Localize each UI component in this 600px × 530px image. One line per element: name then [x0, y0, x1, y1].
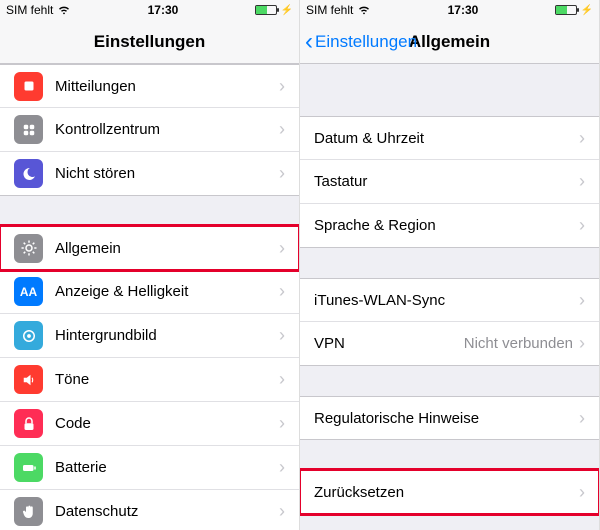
- row-display[interactable]: AA Anzeige & Helligkeit ›: [0, 270, 299, 314]
- row-date-time[interactable]: Datum & Uhrzeit ›: [300, 116, 599, 160]
- row-label: Nicht stören: [55, 165, 279, 182]
- settings-screen: SIM fehlt 17:30 ⚡ Einstellungen Mitteilu…: [0, 0, 300, 530]
- row-label: VPN: [314, 335, 464, 352]
- chevron-right-icon: ›: [279, 281, 285, 302]
- back-button[interactable]: ‹ Einstellungen: [305, 20, 417, 63]
- chevron-right-icon: ›: [279, 119, 285, 140]
- row-label: Töne: [55, 371, 279, 388]
- chevron-right-icon: ›: [579, 171, 585, 192]
- chevron-right-icon: ›: [579, 408, 585, 429]
- row-label: Sprache & Region: [314, 217, 579, 234]
- row-label: Anzeige & Helligkeit: [55, 283, 279, 300]
- row-itunes-wlan-sync[interactable]: iTunes-WLAN-Sync ›: [300, 278, 599, 322]
- settings-list[interactable]: Mitteilungen › Kontrollzentrum › Nicht s…: [0, 64, 299, 530]
- charging-icon: ⚡: [281, 5, 293, 16]
- gear-icon: [14, 234, 43, 263]
- page-title: Allgemein: [409, 32, 490, 52]
- chevron-right-icon: ›: [279, 325, 285, 346]
- back-label: Einstellungen: [315, 32, 417, 52]
- moon-icon: [14, 159, 43, 188]
- row-regulatory[interactable]: Regulatorische Hinweise ›: [300, 396, 599, 440]
- row-label: Datum & Uhrzeit: [314, 130, 579, 147]
- chevron-right-icon: ›: [579, 215, 585, 236]
- battery-icon: [255, 5, 277, 15]
- general-screen: SIM fehlt 17:30 ⚡ ‹ Einstellungen Allgem…: [300, 0, 600, 530]
- wifi-icon: [357, 2, 371, 19]
- row-keyboard[interactable]: Tastatur ›: [300, 160, 599, 204]
- chevron-right-icon: ›: [279, 76, 285, 97]
- wallpaper-icon: [14, 321, 43, 350]
- carrier-label: SIM fehlt: [306, 3, 353, 17]
- row-value: Nicht verbunden: [464, 335, 573, 352]
- row-control-center[interactable]: Kontrollzentrum ›: [0, 108, 299, 152]
- row-label: Tastatur: [314, 173, 579, 190]
- general-list[interactable]: Datum & Uhrzeit › Tastatur › Sprache & R…: [300, 64, 599, 530]
- row-label: Hintergrundbild: [55, 327, 279, 344]
- chevron-right-icon: ›: [579, 128, 585, 149]
- page-title: Einstellungen: [94, 32, 205, 52]
- row-vpn[interactable]: VPN Nicht verbunden ›: [300, 322, 599, 366]
- row-sounds[interactable]: Töne ›: [0, 358, 299, 402]
- row-do-not-disturb[interactable]: Nicht stören ›: [0, 152, 299, 196]
- navbar: ‹ Einstellungen Allgemein: [300, 20, 599, 64]
- chevron-right-icon: ›: [579, 333, 585, 354]
- row-label: Allgemein: [55, 240, 279, 257]
- row-wallpaper[interactable]: Hintergrundbild ›: [0, 314, 299, 358]
- carrier-label: SIM fehlt: [6, 3, 53, 17]
- chevron-right-icon: ›: [279, 238, 285, 259]
- hand-icon: [14, 497, 43, 526]
- chevron-right-icon: ›: [279, 501, 285, 522]
- row-notifications[interactable]: Mitteilungen ›: [0, 64, 299, 108]
- charging-icon: ⚡: [581, 5, 593, 16]
- chevron-right-icon: ›: [579, 482, 585, 503]
- chevron-left-icon: ‹: [305, 30, 313, 54]
- display-icon: AA: [14, 277, 43, 306]
- row-label: iTunes-WLAN-Sync: [314, 292, 579, 309]
- row-reset[interactable]: Zurücksetzen ›: [300, 470, 599, 514]
- row-label: Mitteilungen: [55, 78, 279, 95]
- clock-label: 17:30: [448, 3, 479, 17]
- row-passcode[interactable]: Code ›: [0, 402, 299, 446]
- battery-icon: [14, 453, 43, 482]
- status-bar: SIM fehlt 17:30 ⚡: [300, 0, 599, 20]
- speaker-icon: [14, 365, 43, 394]
- row-label: Code: [55, 415, 279, 432]
- row-privacy[interactable]: Datenschutz ›: [0, 490, 299, 530]
- row-label: Kontrollzentrum: [55, 121, 279, 138]
- row-label: Datenschutz: [55, 503, 279, 520]
- battery-icon: [555, 5, 577, 15]
- row-battery[interactable]: Batterie ›: [0, 446, 299, 490]
- chevron-right-icon: ›: [579, 290, 585, 311]
- row-label: Zurücksetzen: [314, 484, 579, 501]
- chevron-right-icon: ›: [279, 369, 285, 390]
- navbar: Einstellungen: [0, 20, 299, 64]
- wifi-icon: [57, 2, 71, 19]
- lock-icon: [14, 409, 43, 438]
- chevron-right-icon: ›: [279, 457, 285, 478]
- control-center-icon: [14, 115, 43, 144]
- row-label: Regulatorische Hinweise: [314, 410, 579, 427]
- notifications-icon: [14, 72, 43, 101]
- status-bar: SIM fehlt 17:30 ⚡: [0, 0, 299, 20]
- row-language-region[interactable]: Sprache & Region ›: [300, 204, 599, 248]
- chevron-right-icon: ›: [279, 163, 285, 184]
- chevron-right-icon: ›: [279, 413, 285, 434]
- row-general[interactable]: Allgemein ›: [0, 226, 299, 270]
- clock-label: 17:30: [148, 3, 179, 17]
- row-label: Batterie: [55, 459, 279, 476]
